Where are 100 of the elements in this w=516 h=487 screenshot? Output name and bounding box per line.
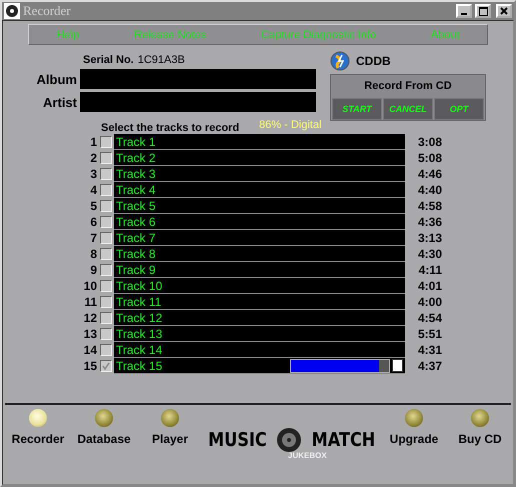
panel-title: Record From CD <box>364 80 452 92</box>
track-row[interactable]: Track 12 <box>114 310 405 326</box>
track-number: 6 <box>89 215 98 229</box>
checkbox[interactable] <box>100 344 112 356</box>
input-field[interactable] <box>80 92 316 112</box>
window-title: Recorder <box>23 3 72 19</box>
track-duration: 3:08 <box>416 135 442 149</box>
track-title: Track 3 <box>115 166 157 180</box>
track-row[interactable]: Track 1 <box>114 134 405 150</box>
track-title: Track 10 <box>115 278 164 292</box>
track-duration: 5:51 <box>416 327 442 341</box>
checkbox[interactable] <box>100 248 112 260</box>
checkbox[interactable] <box>100 184 112 196</box>
track-row[interactable]: Track 7 <box>114 230 405 246</box>
maximize-button[interactable] <box>475 4 491 18</box>
track-row[interactable]: Track 4 <box>114 182 405 198</box>
track-title: Track 4 <box>115 182 157 196</box>
checkbox[interactable] <box>100 216 112 228</box>
track-duration: 4:30 <box>416 247 442 261</box>
track-duration: 4:54 <box>416 311 442 325</box>
field-label: Album <box>36 72 78 86</box>
record-button[interactable]: CANCEL <box>383 98 433 120</box>
serial-number: 1C91A3B <box>138 54 185 66</box>
track-row[interactable]: Track 6 <box>114 214 405 230</box>
track-duration: 4:01 <box>416 279 442 293</box>
checkbox[interactable] <box>100 232 112 244</box>
track-number: 13 <box>82 327 98 341</box>
track-title: Track 8 <box>115 246 157 260</box>
checkbox[interactable] <box>100 168 112 180</box>
track-number: 14 <box>82 343 98 357</box>
track-title: Track 11 <box>115 294 162 308</box>
track-duration: 4:58 <box>416 199 442 213</box>
track-duration: 4:37 <box>416 359 442 373</box>
checkbox[interactable] <box>100 312 112 324</box>
close-button[interactable] <box>496 4 512 18</box>
track-number: 8 <box>89 247 98 261</box>
checkbox[interactable] <box>100 152 112 164</box>
track-number: 2 <box>89 151 98 165</box>
field-label: Artist <box>42 94 78 110</box>
input-field[interactable] <box>80 69 316 89</box>
track-title: Track 6 <box>115 214 157 228</box>
maximize-icon <box>478 6 488 16</box>
record-button[interactable]: OPT <box>434 98 484 120</box>
record-button[interactable]: START <box>332 98 382 120</box>
logo-text: MATCH <box>312 429 376 451</box>
track-title: Track 12 <box>115 310 164 324</box>
track-duration: 4:11 <box>418 263 442 277</box>
track-duration: 4:40 <box>416 183 442 197</box>
nav-button[interactable]: Player <box>137 409 203 459</box>
checkbox[interactable] <box>100 264 112 276</box>
globe-icon[interactable] <box>330 51 350 71</box>
track-row[interactable]: Track 11 <box>114 294 405 310</box>
track-row[interactable]: Track 3 <box>114 166 405 182</box>
track-title: Track 14 <box>115 342 164 356</box>
track-number: 1 <box>89 135 98 149</box>
cddb-label: CDDB <box>356 54 391 68</box>
track-number: 3 <box>89 167 98 181</box>
checkbox[interactable] <box>100 280 112 292</box>
track-title: Track 5 <box>115 198 157 212</box>
track-duration: 5:08 <box>416 151 442 165</box>
app-icon <box>4 3 20 19</box>
track-row[interactable]: Track 14 <box>114 342 405 358</box>
track-row[interactable]: Track 15 <box>114 358 405 374</box>
progress-end-marker <box>392 359 403 372</box>
track-row[interactable]: Track 8 <box>114 246 405 262</box>
record-status: 86% - Digital <box>259 119 322 131</box>
serial-label: Serial No. <box>83 54 134 66</box>
nav-button[interactable]: Database <box>71 409 137 459</box>
track-duration: 4:31 <box>416 343 442 357</box>
track-title: Track 7 <box>115 230 157 244</box>
track-number: 11 <box>83 295 98 309</box>
track-duration: 4:00 <box>416 295 442 309</box>
checkbox[interactable] <box>100 136 112 148</box>
track-duration: 4:46 <box>416 167 442 181</box>
checkbox[interactable] <box>100 296 112 308</box>
track-number: 4 <box>89 183 98 197</box>
track-number: 9 <box>89 263 98 277</box>
track-duration: 3:13 <box>416 231 442 245</box>
close-icon <box>500 7 508 15</box>
checkbox[interactable] <box>100 200 112 212</box>
track-title: Track 9 <box>115 262 157 276</box>
track-row[interactable]: Track 9 <box>114 262 405 278</box>
logo-subtitle: JUKEBOX <box>288 451 327 460</box>
nav-button[interactable]: Upgrade <box>381 409 447 459</box>
nav-button[interactable]: Buy CD <box>447 409 513 459</box>
checkbox[interactable] <box>100 360 112 372</box>
track-title: Track 2 <box>115 150 157 164</box>
track-row[interactable]: Track 10 <box>114 278 405 294</box>
checkbox[interactable] <box>100 328 112 340</box>
minimize-button[interactable] <box>456 4 472 18</box>
track-title: Track 15 <box>115 358 164 372</box>
nav-button[interactable]: Recorder <box>5 409 71 459</box>
track-title: Track 13 <box>115 326 164 340</box>
track-duration: 4:36 <box>416 215 442 229</box>
track-row[interactable]: Track 5 <box>114 198 405 214</box>
track-number: 10 <box>82 279 98 293</box>
track-row[interactable]: Track 2 <box>114 150 405 166</box>
track-number: 7 <box>89 231 98 245</box>
track-number: 12 <box>82 311 98 325</box>
track-row[interactable]: Track 13 <box>114 326 405 342</box>
